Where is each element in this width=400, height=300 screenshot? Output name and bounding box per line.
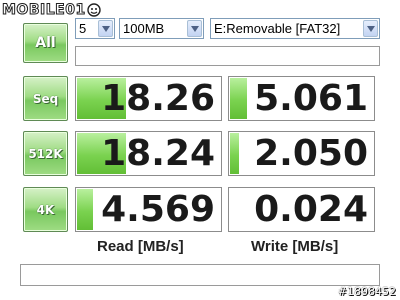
- write-column-label: Write [MB/s]: [251, 238, 339, 255]
- size-select[interactable]: 100MB: [119, 18, 204, 39]
- drive-select[interactable]: E:Removable [FAT32]: [210, 18, 380, 39]
- size-value: 100MB: [123, 21, 165, 36]
- chevron-down-icon: [190, 25, 199, 32]
- runs-select[interactable]: 5: [75, 18, 115, 39]
- runs-value: 5: [79, 21, 87, 36]
- seq-button[interactable]: Seq: [23, 76, 68, 121]
- 512k-read-result: 18.24: [75, 131, 222, 176]
- 4k-read-result: 4.569: [75, 187, 222, 232]
- 512k-button-label: 512K: [28, 146, 63, 161]
- drive-value: E:Removable [FAT32]: [214, 21, 341, 36]
- 512k-write-value: 2.050: [254, 133, 368, 174]
- 4k-write-result: 0.024: [228, 187, 375, 232]
- seq-write-value: 5.061: [254, 78, 368, 119]
- 4k-read-bar: [77, 189, 93, 230]
- 512k-button[interactable]: 512K: [23, 131, 68, 176]
- status-bar: [75, 46, 380, 66]
- size-dropdown-arrow[interactable]: [187, 20, 202, 37]
- logo-text: MOBILE01: [2, 2, 86, 19]
- 4k-button-label: 4K: [36, 202, 55, 217]
- 512k-write-result: 2.050: [228, 131, 375, 176]
- 4k-button[interactable]: 4K: [23, 187, 68, 232]
- 4k-write-value: 0.024: [254, 189, 368, 230]
- mobile01-logo: MOBILE01: [2, 1, 101, 19]
- seq-write-result: 5.061: [228, 76, 375, 121]
- 4k-read-value: 4.569: [101, 189, 215, 230]
- chevron-down-icon: [101, 25, 110, 32]
- seq-write-bar: [230, 78, 247, 119]
- seq-read-value: 18.26: [101, 78, 215, 119]
- all-button-label: All: [35, 35, 56, 51]
- drive-dropdown-arrow[interactable]: [363, 20, 378, 37]
- seq-read-result: 18.26: [75, 76, 222, 121]
- seq-button-label: Seq: [32, 91, 59, 106]
- comment-field[interactable]: [20, 264, 380, 286]
- read-column-label: Read [MB/s]: [97, 238, 184, 255]
- all-button[interactable]: All: [23, 23, 68, 63]
- chevron-down-icon: [366, 25, 375, 32]
- 512k-read-value: 18.24: [101, 133, 215, 174]
- smiley-icon: [86, 3, 101, 17]
- runs-dropdown-arrow[interactable]: [98, 20, 113, 37]
- 512k-write-bar: [230, 133, 239, 174]
- watermark-id: #1898452: [337, 285, 396, 298]
